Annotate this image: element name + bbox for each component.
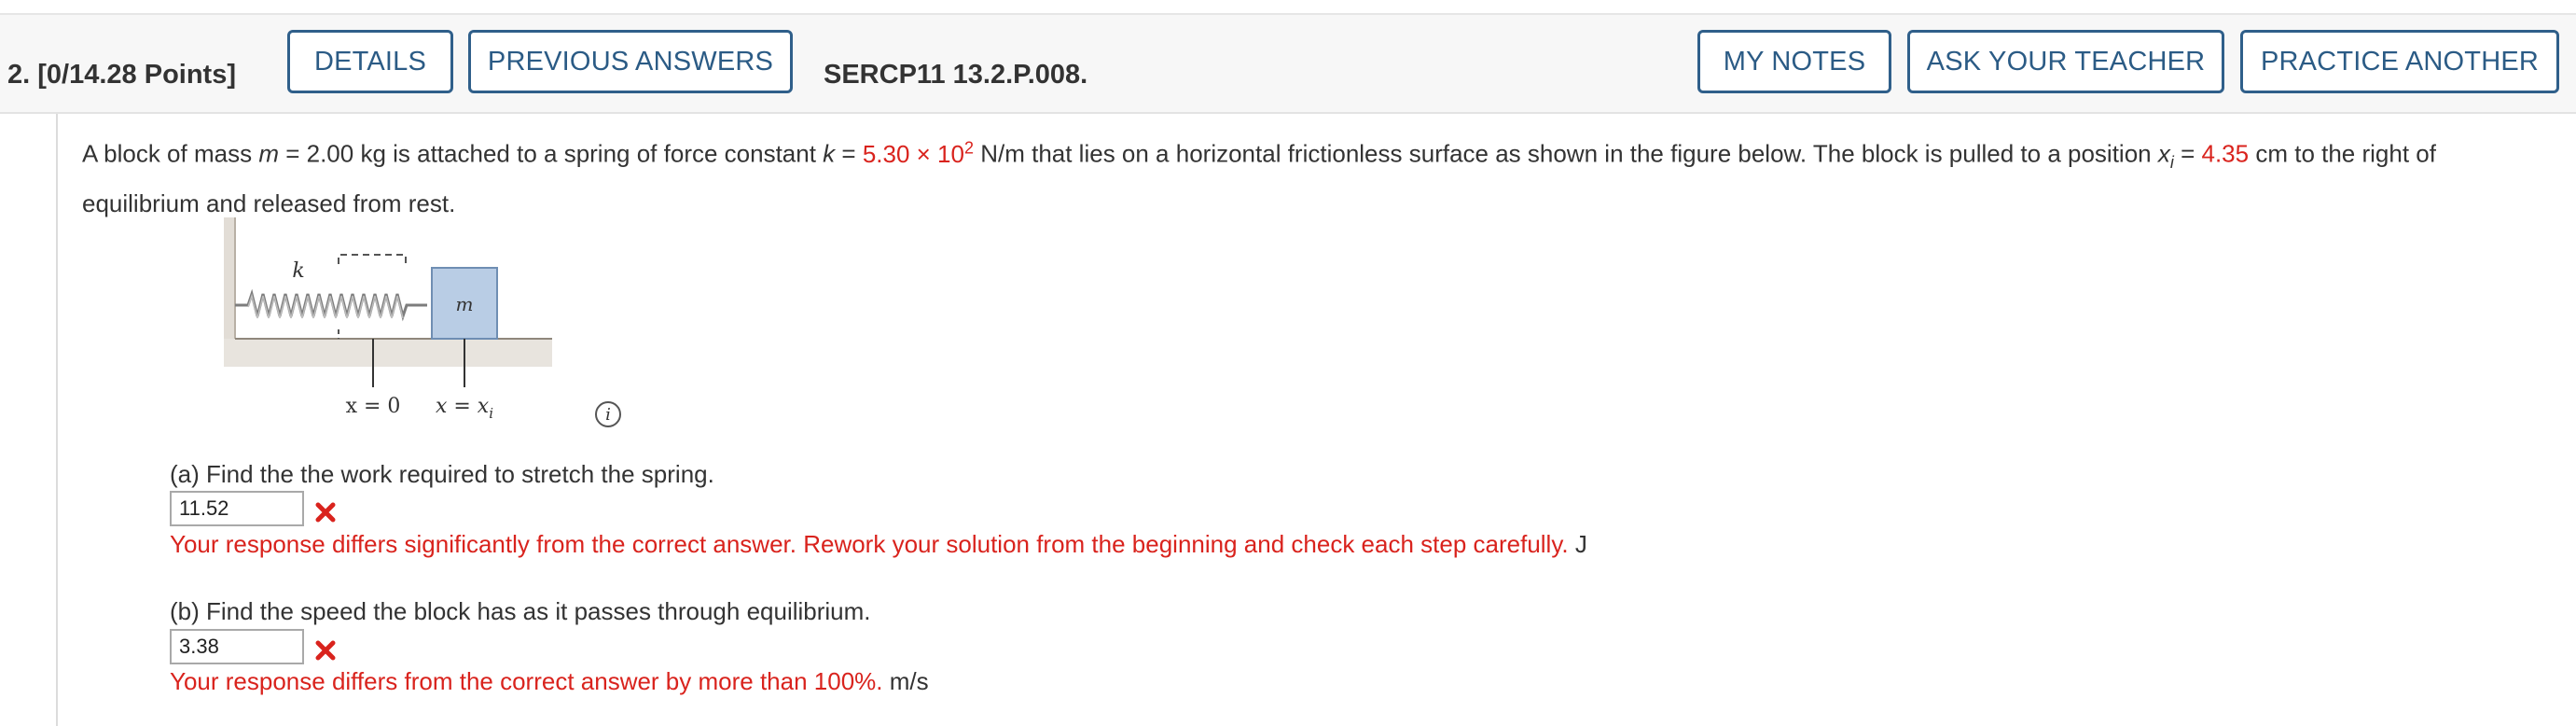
spring-constant-label: k bbox=[292, 259, 304, 283]
position-value: 4.35 bbox=[2201, 139, 2250, 168]
problem-code: SERCP11 13.2.P.008. bbox=[824, 60, 1088, 90]
previous-answers-button[interactable]: PREVIOUS ANSWERS bbox=[468, 30, 793, 93]
info-icon[interactable]: i bbox=[595, 401, 621, 427]
mass-label: m bbox=[456, 293, 474, 315]
content-left-border bbox=[56, 114, 58, 726]
origin-label: x = 0 bbox=[346, 395, 401, 418]
my-notes-button[interactable]: MY NOTES bbox=[1697, 30, 1891, 93]
part-a-answer-input[interactable] bbox=[170, 491, 304, 526]
points-label: [0/14.28 Points] bbox=[37, 60, 236, 90]
part-b-feedback: Your response differs from the correct a… bbox=[170, 667, 929, 695]
part-b-unit: m/s bbox=[889, 667, 929, 695]
question-number: 2. [0/14.28 Points] bbox=[7, 60, 236, 90]
part-a-prompt: (a) Find the the work required to stretc… bbox=[170, 460, 714, 488]
incorrect-x-icon bbox=[315, 502, 336, 523]
part-a-feedback: Your response differs significantly from… bbox=[170, 530, 1587, 558]
part-b-prompt: (b) Find the speed the block has as it p… bbox=[170, 597, 871, 625]
wall bbox=[224, 217, 235, 339]
part-b-answer-input[interactable] bbox=[170, 629, 304, 664]
ask-your-teacher-button[interactable]: ASK YOUR TEACHER bbox=[1907, 30, 2224, 93]
floor bbox=[224, 339, 552, 367]
practice-another-button[interactable]: PRACTICE ANOTHER bbox=[2240, 30, 2559, 93]
question-header: 2. [0/14.28 Points] DETAILS PREVIOUS ANS… bbox=[0, 15, 2576, 114]
xi-label: x = xi bbox=[436, 395, 493, 422]
incorrect-x-icon bbox=[315, 640, 336, 661]
details-button[interactable]: DETAILS bbox=[287, 30, 453, 93]
part-a-unit: J bbox=[1574, 530, 1587, 558]
spring-constant-value: 5.30 × 102 bbox=[862, 138, 974, 168]
spring-block-figure: m k x = 0 x = xi bbox=[215, 210, 560, 425]
